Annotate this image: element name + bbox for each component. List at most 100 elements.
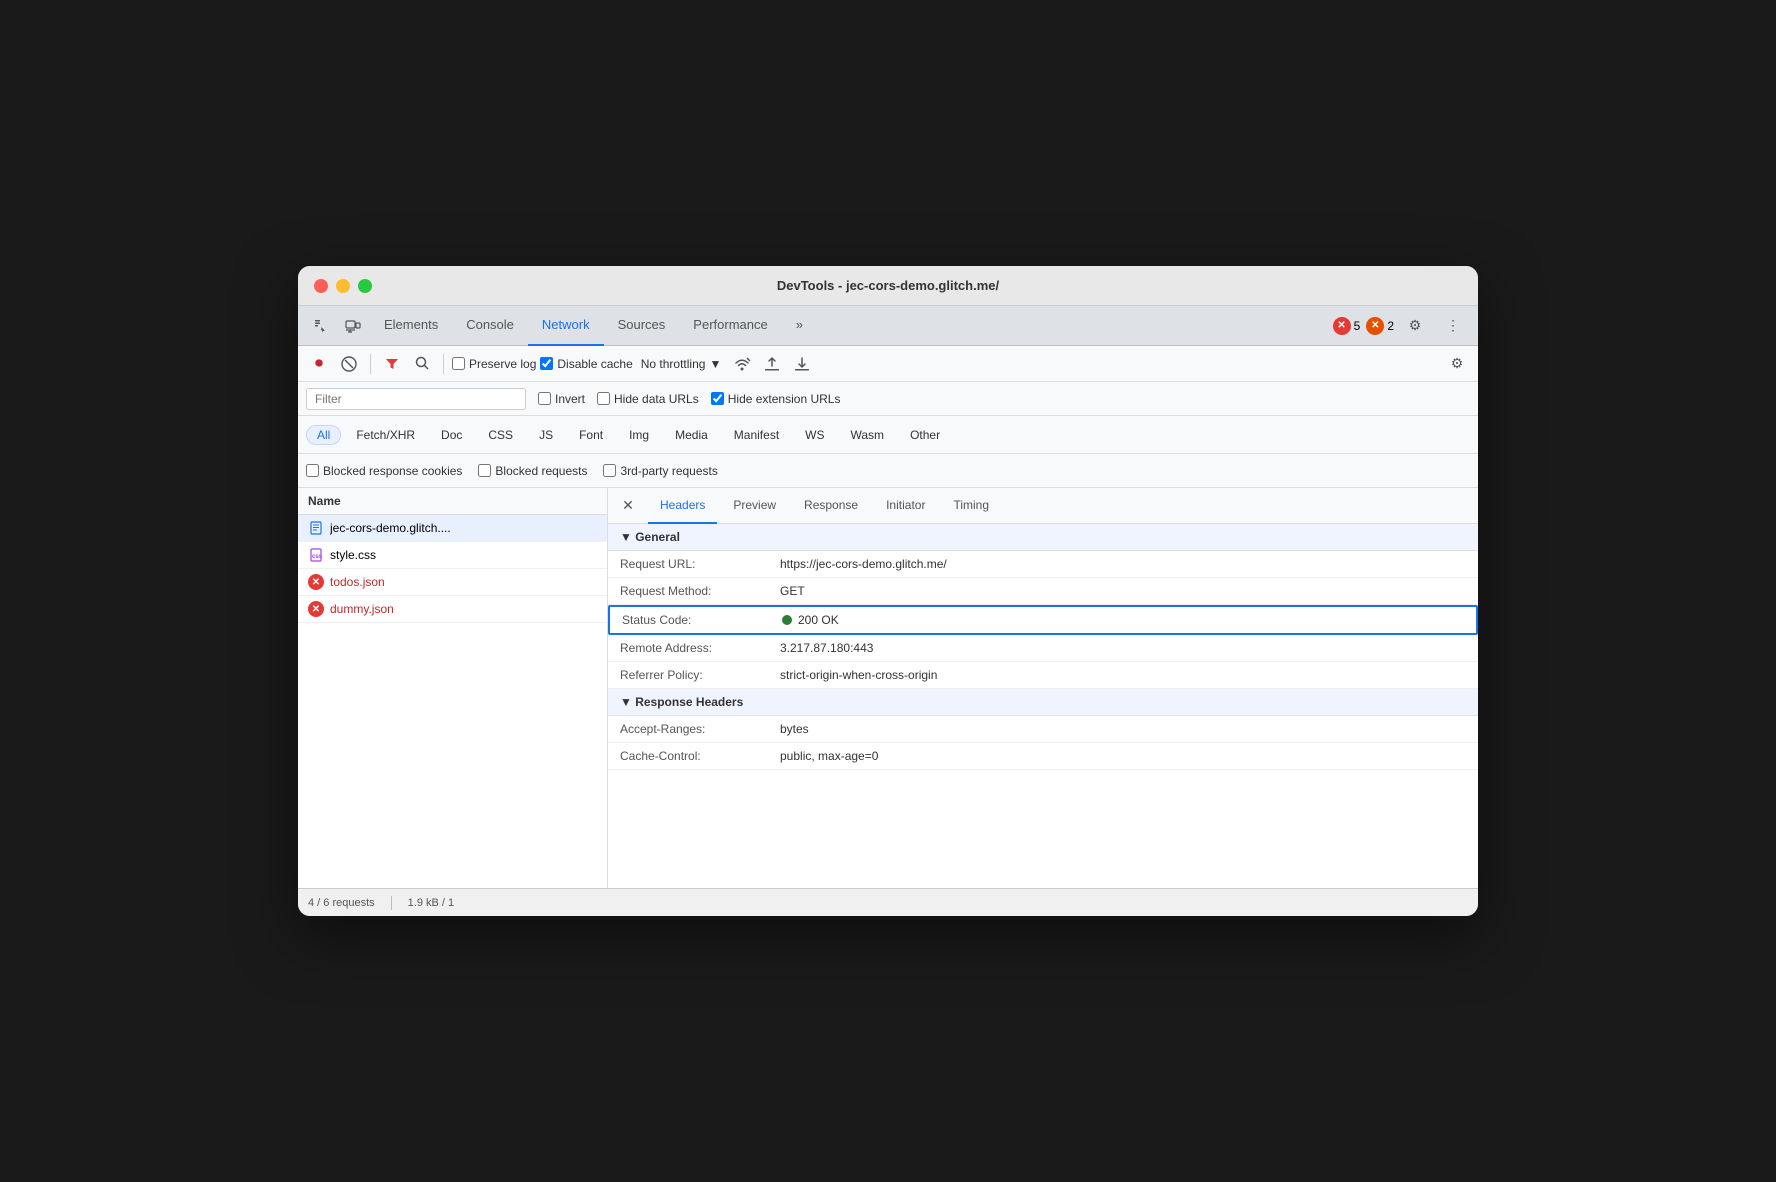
request-item[interactable]: ✕ todos.json — [298, 569, 607, 596]
devtools-tab-bar: Elements Console Network Sources Perform… — [298, 306, 1478, 346]
filter-input[interactable] — [306, 388, 526, 410]
error-icon: ✕ — [308, 601, 324, 617]
header-label: Request Method: — [620, 584, 780, 598]
hide-data-filter[interactable]: Hide data URLs — [597, 392, 699, 406]
network-settings-icon[interactable]: ⚙ — [1444, 351, 1470, 377]
svg-text:css: css — [312, 554, 323, 560]
status-size: 1.9 kB / 1 — [408, 897, 454, 909]
download-icon[interactable] — [789, 351, 815, 377]
record-button[interactable]: ⏺ — [306, 351, 332, 377]
clear-button[interactable] — [336, 351, 362, 377]
header-value: public, max-age=0 — [780, 749, 1466, 763]
upload-icon[interactable] — [759, 351, 785, 377]
hide-ext-checkbox[interactable] — [711, 392, 724, 405]
preserve-log-checkbox[interactable] — [452, 357, 465, 370]
tab-more[interactable]: » — [782, 306, 817, 346]
error-badge-orange: ✕ 2 — [1366, 317, 1394, 335]
header-row-accept-ranges: Accept-Ranges: bytes — [608, 716, 1478, 743]
disable-cache-group[interactable]: Disable cache — [540, 357, 632, 371]
blocked-cookies-filter[interactable]: Blocked response cookies — [306, 464, 462, 478]
maximize-button[interactable] — [358, 279, 372, 293]
type-btn-fetch[interactable]: Fetch/XHR — [345, 425, 426, 445]
request-item-name: style.css — [330, 548, 597, 562]
filter-bar: Invert Hide data URLs Hide extension URL… — [298, 382, 1478, 416]
more-menu-btn[interactable]: ⋮ — [1438, 311, 1468, 341]
header-label: Request URL: — [620, 557, 780, 571]
toolbar-divider-1 — [370, 354, 371, 374]
minimize-button[interactable] — [336, 279, 350, 293]
header-value: bytes — [780, 722, 1466, 736]
tab-elements[interactable]: Elements — [370, 306, 452, 346]
header-value: strict-origin-when-cross-origin — [780, 668, 1466, 682]
blocked-requests-checkbox[interactable] — [478, 464, 491, 477]
close-panel-button[interactable]: ✕ — [616, 494, 640, 518]
tab-timing[interactable]: Timing — [941, 488, 1001, 524]
blocked-cookies-checkbox[interactable] — [306, 464, 319, 477]
status-dot — [782, 615, 792, 625]
type-btn-css[interactable]: CSS — [477, 425, 524, 445]
status-divider — [391, 896, 392, 910]
search-button[interactable] — [409, 351, 435, 377]
type-btn-all[interactable]: All — [306, 425, 341, 445]
tab-headers[interactable]: Headers — [648, 488, 717, 524]
type-btn-font[interactable]: Font — [568, 425, 614, 445]
headers-content: ▼ General Request URL: https://jec-cors-… — [608, 524, 1478, 888]
cursor-icon-btn[interactable] — [306, 311, 336, 341]
third-party-checkbox[interactable] — [603, 464, 616, 477]
type-btn-doc[interactable]: Doc — [430, 425, 473, 445]
preserve-log-label: Preserve log — [469, 357, 536, 371]
throttle-select[interactable]: No throttling ▼ — [637, 355, 726, 373]
disable-cache-checkbox[interactable] — [540, 357, 553, 370]
request-item[interactable]: jec-cors-demo.glitch.... — [298, 515, 607, 542]
header-value: 200 OK — [782, 613, 1464, 627]
request-item[interactable]: css style.css — [298, 542, 607, 569]
header-row-method: Request Method: GET — [608, 578, 1478, 605]
type-btn-manifest[interactable]: Manifest — [723, 425, 790, 445]
request-item-name: todos.json — [330, 575, 597, 589]
invert-filter[interactable]: Invert — [538, 392, 585, 406]
close-button[interactable] — [314, 279, 328, 293]
type-btn-wasm[interactable]: Wasm — [840, 425, 896, 445]
request-item-name: dummy.json — [330, 602, 597, 616]
headers-panel: ✕ Headers Preview Response Initiator Tim… — [608, 488, 1478, 888]
device-icon-btn[interactable] — [338, 311, 368, 341]
header-value: https://jec-cors-demo.glitch.me/ — [780, 557, 1466, 571]
header-label: Cache-Control: — [620, 749, 780, 763]
hide-ext-filter[interactable]: Hide extension URLs — [711, 392, 841, 406]
tab-network[interactable]: Network — [528, 306, 604, 346]
devtools-window: DevTools - jec-cors-demo.glitch.me/ Elem… — [298, 266, 1478, 916]
tab-response[interactable]: Response — [792, 488, 870, 524]
invert-checkbox[interactable] — [538, 392, 551, 405]
header-label: Status Code: — [622, 613, 782, 627]
type-btn-media[interactable]: Media — [664, 425, 719, 445]
header-label: Accept-Ranges: — [620, 722, 780, 736]
window-title: DevTools - jec-cors-demo.glitch.me/ — [777, 278, 999, 293]
blocked-bar: Blocked response cookies Blocked request… — [298, 454, 1478, 488]
third-party-filter[interactable]: 3rd-party requests — [603, 464, 717, 478]
blocked-requests-filter[interactable]: Blocked requests — [478, 464, 587, 478]
request-item[interactable]: ✕ dummy.json — [298, 596, 607, 623]
wifi-icon[interactable] — [729, 351, 755, 377]
header-row-referrer: Referrer Policy: strict-origin-when-cros… — [608, 662, 1478, 689]
css-icon: css — [308, 547, 324, 563]
settings-btn[interactable]: ⚙ — [1400, 311, 1430, 341]
type-btn-img[interactable]: Img — [618, 425, 660, 445]
type-btn-other[interactable]: Other — [899, 425, 951, 445]
header-row-url: Request URL: https://jec-cors-demo.glitc… — [608, 551, 1478, 578]
header-row-cache-control: Cache-Control: public, max-age=0 — [608, 743, 1478, 770]
request-list: jec-cors-demo.glitch.... css style.css ✕ — [298, 515, 607, 888]
tab-preview[interactable]: Preview — [721, 488, 788, 524]
type-btn-js[interactable]: JS — [528, 425, 564, 445]
tab-sources[interactable]: Sources — [604, 306, 680, 346]
type-btn-ws[interactable]: WS — [794, 425, 835, 445]
hide-data-checkbox[interactable] — [597, 392, 610, 405]
tab-console[interactable]: Console — [452, 306, 528, 346]
tab-performance[interactable]: Performance — [679, 306, 781, 346]
header-row-status: Status Code: 200 OK — [608, 605, 1478, 635]
tab-initiator[interactable]: Initiator — [874, 488, 937, 524]
preserve-log-group[interactable]: Preserve log — [452, 357, 536, 371]
header-value: GET — [780, 584, 1466, 598]
header-label: Referrer Policy: — [620, 668, 780, 682]
filter-button[interactable] — [379, 351, 405, 377]
request-list-panel: Name jec-cors-demo.glitch.... — [298, 488, 608, 888]
